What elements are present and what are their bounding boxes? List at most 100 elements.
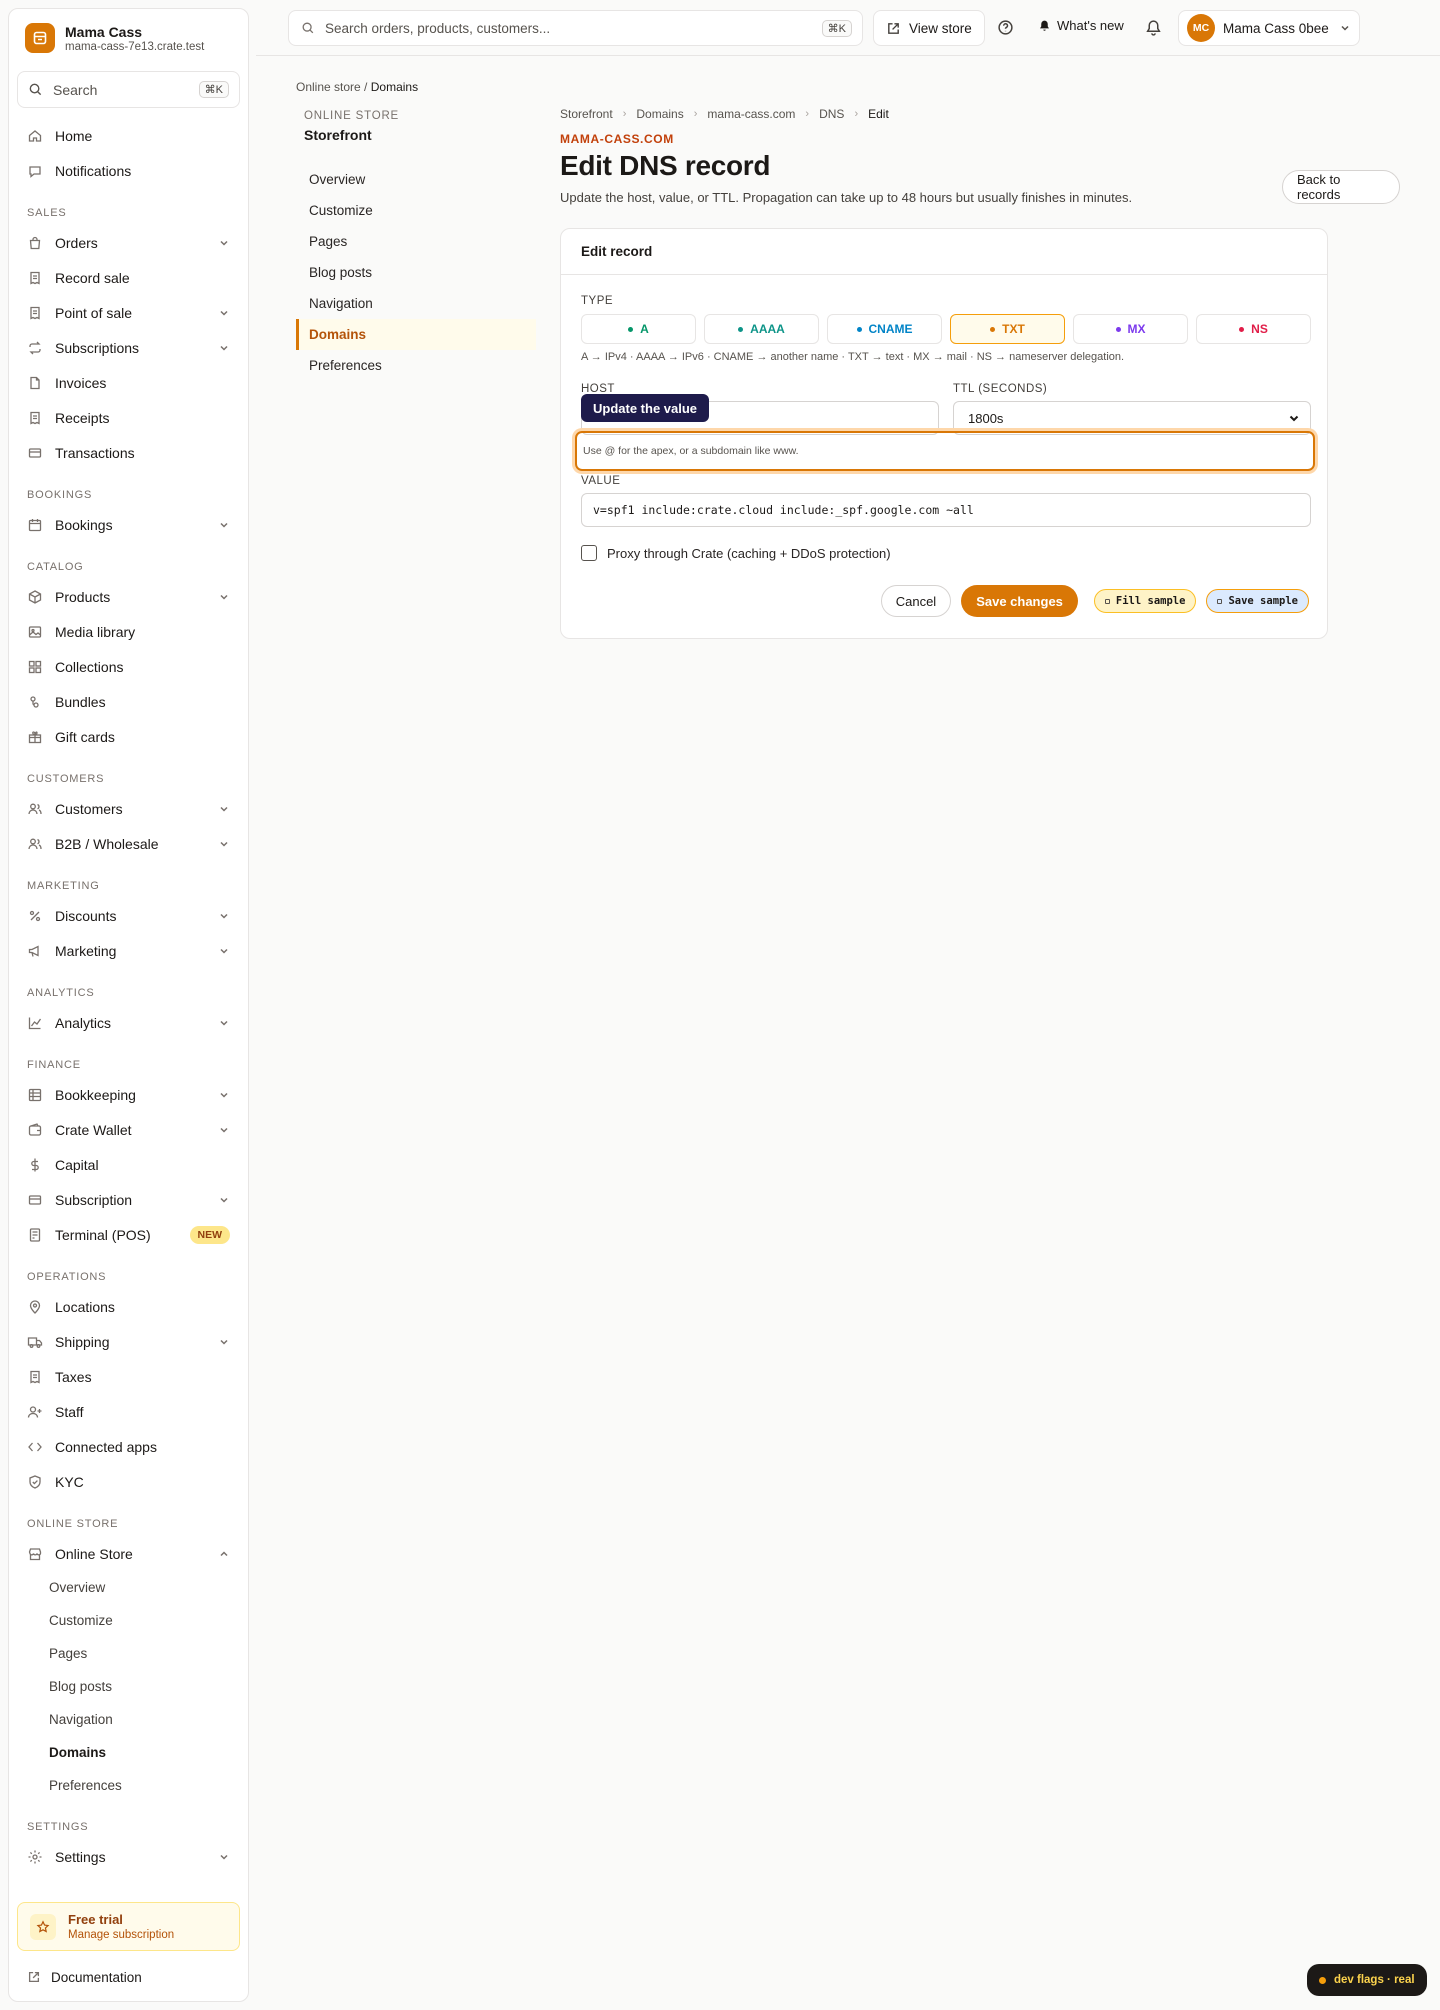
chevron-right-icon: › (622, 108, 627, 120)
subnav-item-customize[interactable]: Customize (296, 195, 536, 226)
sidebar-item-kyc[interactable]: KYC (17, 1464, 240, 1499)
sidebar-subitem-customize[interactable]: Customize (17, 1604, 240, 1637)
sidebar-item-online-store[interactable]: Online Store (17, 1536, 240, 1571)
breadcrumb-item-storefront[interactable]: Storefront (560, 107, 613, 121)
sidebar-item-taxes[interactable]: Taxes (17, 1359, 240, 1394)
sidebar-search[interactable]: Search ⌘K (17, 71, 240, 108)
help-icon[interactable] (994, 16, 1016, 38)
type-option-label: A (640, 322, 649, 336)
back-to-records-button[interactable]: Back to records (1282, 170, 1400, 204)
sidebar-item-discounts[interactable]: Discounts (17, 898, 240, 933)
sidebar-item-b2b-wholesale[interactable]: B2B / Wholesale (17, 826, 240, 861)
sidebar-item-settings[interactable]: Settings (17, 1839, 240, 1874)
proxy-checkbox-row[interactable]: Proxy through Crate (caching + DDoS prot… (581, 545, 891, 561)
megaphone-icon (28, 944, 39, 957)
chevron-down-icon (220, 310, 228, 316)
type-option-mx[interactable]: MX (1073, 314, 1188, 344)
sidebar-item-label: Subscription (55, 1191, 133, 1208)
sidebar-item-home[interactable]: Home (17, 118, 240, 153)
sidebar-item-media-library[interactable]: Media library (17, 614, 240, 649)
sidebar-item-notifications[interactable]: Notifications (17, 153, 240, 188)
sidebar-item-gift-cards[interactable]: Gift cards (17, 719, 240, 754)
sidebar-item-shipping[interactable]: Shipping (17, 1324, 240, 1359)
cancel-button[interactable]: Cancel (880, 585, 952, 617)
sidebar-item-subscriptions[interactable]: Subscriptions (17, 330, 240, 365)
sidebar-item-record-sale[interactable]: Record sale (17, 260, 240, 295)
proxy-checkbox[interactable] (581, 545, 597, 561)
gear-icon (28, 1850, 42, 1863)
subnav-item-preferences[interactable]: Preferences (296, 350, 536, 381)
type-option-ns[interactable]: NS (1196, 314, 1311, 344)
subnav-item-pages[interactable]: Pages (296, 226, 536, 257)
sidebar-item-label: Bookkeeping (55, 1086, 136, 1103)
sidebar-item-products[interactable]: Products (17, 579, 240, 614)
sidebar-item-receipts[interactable]: Receipts (17, 400, 240, 435)
sidebar-subitem-blog-posts[interactable]: Blog posts (17, 1670, 240, 1703)
search-icon (302, 22, 314, 34)
store-icon (28, 1547, 42, 1560)
sidebar-item-capital[interactable]: Capital (17, 1147, 240, 1182)
sidebar-item-label: B2B / Wholesale (55, 835, 159, 852)
breadcrumb-item-dns[interactable]: DNS (819, 107, 844, 121)
sidebar-item-terminal-pos[interactable]: Terminal (POS) NEW (17, 1217, 240, 1252)
sidebar-item-subscription[interactable]: Subscription (17, 1182, 240, 1217)
type-option-label: CNAME (868, 322, 913, 336)
whats-new-button[interactable]: What's new (1038, 18, 1124, 33)
free-trial-card[interactable]: Free trial Manage subscription (17, 1902, 240, 1951)
type-option-label: AAAA (750, 322, 785, 336)
documentation-label: Documentation (51, 1969, 142, 1985)
brand-header[interactable]: Mama Cass mama-cass-7e13.crate.test (9, 9, 248, 63)
host-hint: Use @ for the apex, or a subdomain like … (583, 445, 799, 457)
sidebar-item-bundles[interactable]: Bundles (17, 684, 240, 719)
sidebar-subitem-domains[interactable]: Domains (17, 1736, 240, 1769)
sidebar-subitem-overview[interactable]: Overview (17, 1571, 240, 1604)
ttl-select[interactable]: 1800s (953, 401, 1311, 435)
sidebar-item-label: Home (55, 127, 93, 144)
bell-icon[interactable] (1142, 16, 1164, 38)
breadcrumb-item-mama-cass-com[interactable]: mama-cass.com (707, 107, 795, 121)
sidebar-item-analytics[interactable]: Analytics (17, 1005, 240, 1040)
global-search-input[interactable]: Search orders, products, customers... ⌘K (288, 10, 863, 46)
sidebar-item-connected-apps[interactable]: Connected apps (17, 1429, 240, 1464)
sidebar-item-locations[interactable]: Locations (17, 1289, 240, 1324)
subnav-item-overview[interactable]: Overview (296, 164, 536, 195)
subnav-item-navigation[interactable]: Navigation (296, 288, 536, 319)
chevron-down-icon (1341, 25, 1349, 31)
type-option-txt[interactable]: TXT (950, 314, 1065, 344)
value-input[interactable]: v=spf1 include:crate.cloud include:_spf.… (581, 493, 1311, 527)
breadcrumb-item-domains[interactable]: Domains (636, 107, 683, 121)
dev-flags-badge[interactable]: dev flags · real (1307, 1964, 1427, 1996)
manage-subscription-link[interactable]: Manage subscription (68, 1929, 174, 1941)
type-option-aaaa[interactable]: AAAA (704, 314, 819, 344)
sidebar-item-crate-wallet[interactable]: Crate Wallet (17, 1112, 240, 1147)
store-breadcrumb-parent[interactable]: Online store (296, 80, 361, 94)
sidebar-section-sales: SALES (27, 207, 67, 219)
sidebar-subitem-navigation[interactable]: Navigation (17, 1703, 240, 1736)
sidebar-item-invoices[interactable]: Invoices (17, 365, 240, 400)
sidebar-item-staff[interactable]: Staff (17, 1394, 240, 1429)
sidebar-item-collections[interactable]: Collections (17, 649, 240, 684)
sidebar-item-bookkeeping[interactable]: Bookkeeping (17, 1077, 240, 1112)
chevron-down-icon (220, 1197, 228, 1203)
sidebar-item-marketing[interactable]: Marketing (17, 933, 240, 968)
user-menu-button[interactable]: MC Mama Cass 0bee (1178, 10, 1360, 46)
fill-sample-button[interactable]: Fill sample (1093, 589, 1197, 613)
sidebar-item-orders[interactable]: Orders (17, 225, 240, 260)
subnav-item-blog-posts[interactable]: Blog posts (296, 257, 536, 288)
sidebar-item-bookings[interactable]: Bookings (17, 507, 240, 542)
save-sample-button[interactable]: Save sample (1206, 589, 1309, 613)
type-option-a[interactable]: A (581, 314, 696, 344)
sidebar-item-customers[interactable]: Customers (17, 791, 240, 826)
type-option-cname[interactable]: CNAME (827, 314, 942, 344)
sidebar-item-label: Invoices (55, 374, 107, 391)
save-changes-button[interactable]: Save changes (961, 585, 1078, 617)
documentation-link[interactable]: Documentation (9, 1959, 248, 1995)
chevron-down-icon (220, 1092, 228, 1098)
sidebar-subitem-preferences[interactable]: Preferences (17, 1769, 240, 1802)
sidebar-subitem-pages[interactable]: Pages (17, 1637, 240, 1670)
sidebar-item-label: KYC (55, 1473, 84, 1490)
view-store-button[interactable]: View store (873, 10, 985, 46)
sidebar-item-point-of-sale[interactable]: Point of sale (17, 295, 240, 330)
sidebar-item-transactions[interactable]: Transactions (17, 435, 240, 470)
subnav-item-domains[interactable]: Domains (296, 319, 536, 350)
